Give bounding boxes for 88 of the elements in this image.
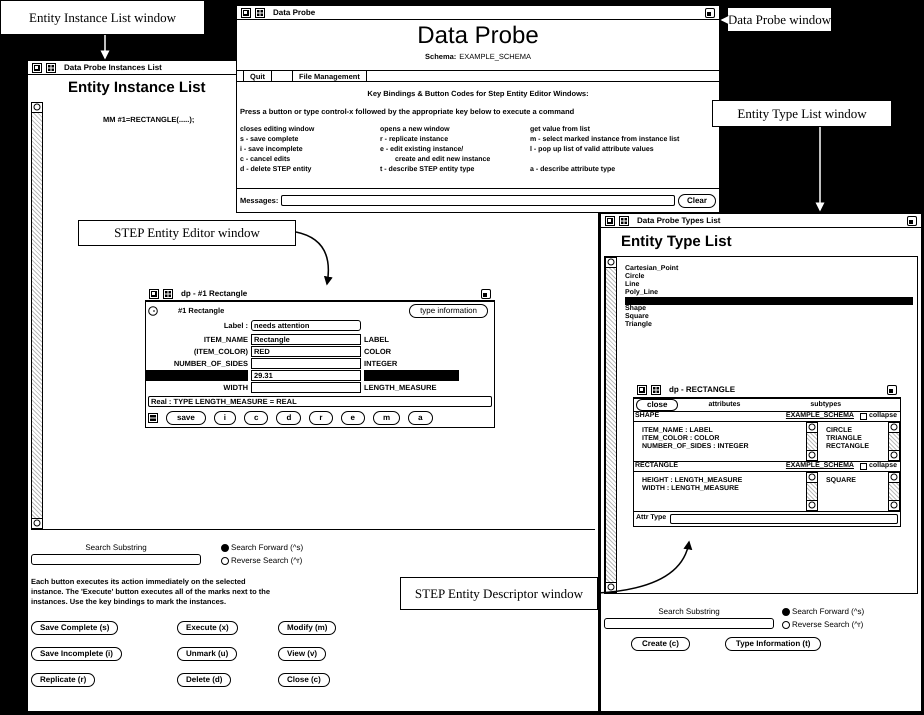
scrollbar[interactable] <box>605 256 617 592</box>
button[interactable]: Replicate (r) <box>31 672 96 686</box>
window-title: dp - RECTANGLE <box>669 384 736 396</box>
callout-label: Entity Type List window <box>712 100 892 127</box>
window-menu-icon[interactable] <box>241 8 251 18</box>
button[interactable]: save <box>166 411 206 426</box>
button[interactable]: Unmark (u) <box>177 646 238 660</box>
scrollbar[interactable] <box>806 422 818 460</box>
scrollbar[interactable] <box>806 472 818 510</box>
scroll-down-icon[interactable] <box>808 451 816 459</box>
maximize-icon[interactable] <box>619 216 629 226</box>
radio-button[interactable] <box>221 556 229 564</box>
scroll-up-icon[interactable] <box>33 103 41 111</box>
window-menu-icon[interactable] <box>637 385 647 395</box>
callout-label: STEP Entity Descriptor window <box>400 577 598 610</box>
radio-button[interactable] <box>221 544 229 552</box>
window-title: Data Probe Types List <box>637 214 720 226</box>
button[interactable]: d <box>276 411 302 426</box>
maximize-icon[interactable] <box>163 288 173 298</box>
button[interactable]: r <box>309 411 332 426</box>
button[interactable]: Delete (d) <box>177 672 232 686</box>
resize-icon[interactable] <box>705 8 715 18</box>
window-menu-icon[interactable] <box>605 216 615 226</box>
scrollbar[interactable] <box>888 472 900 510</box>
radio-label: Reverse Search (^r) <box>231 554 302 566</box>
scrollbar[interactable] <box>888 422 900 460</box>
attr-type-field[interactable] <box>670 514 898 524</box>
radio-label: Reverse Search (^r) <box>792 618 864 630</box>
window-menu-icon[interactable] <box>149 288 159 298</box>
button[interactable]: i <box>214 411 236 426</box>
scroll-up-icon[interactable] <box>890 473 898 481</box>
resize-icon[interactable] <box>907 216 917 226</box>
button[interactable]: Clear <box>678 194 716 208</box>
button[interactable]: m <box>372 411 400 426</box>
scroll-up-icon[interactable] <box>808 423 816 431</box>
window-menu-icon[interactable] <box>32 62 42 72</box>
button[interactable]: Execute (x) <box>177 620 238 634</box>
clock-icon[interactable] <box>148 306 158 316</box>
field-label: Search Substring <box>85 542 147 554</box>
callout-label: Data Probe window <box>727 7 832 32</box>
messages-field[interactable] <box>281 195 675 206</box>
scroll-down-icon[interactable] <box>33 519 41 527</box>
button[interactable]: Type Information (t) <box>724 636 822 650</box>
button[interactable]: Save Complete (s) <box>31 620 118 634</box>
button[interactable]: Modify (m) <box>278 620 336 634</box>
scroll-down-icon[interactable] <box>890 451 898 459</box>
button[interactable]: e <box>340 411 365 426</box>
window-title: Data Probe <box>273 6 316 18</box>
checkbox[interactable] <box>860 462 867 470</box>
app-title: Data Probe <box>417 24 539 48</box>
grid-icon[interactable] <box>148 413 158 424</box>
maximize-icon[interactable] <box>46 62 56 72</box>
scroll-down-icon[interactable] <box>607 583 615 591</box>
radio-button[interactable] <box>782 620 790 628</box>
window-title: Data Probe Instances List <box>64 62 162 74</box>
button[interactable]: View (v) <box>278 646 326 660</box>
window-title: dp - #1 Rectangle <box>181 288 248 300</box>
maximize-icon[interactable] <box>651 385 661 395</box>
button[interactable]: a <box>408 411 433 426</box>
panel-heading: Entity Instance List <box>67 78 206 98</box>
scroll-up-icon[interactable] <box>808 473 816 481</box>
scrollbar[interactable] <box>31 102 43 528</box>
radio-label: Search Forward (^s) <box>792 606 864 618</box>
attribute-field[interactable] <box>251 382 361 394</box>
checkbox[interactable] <box>860 412 867 420</box>
search-field[interactable] <box>604 618 774 628</box>
panel-heading: Entity Type List <box>620 232 732 252</box>
search-field[interactable] <box>31 554 201 564</box>
attribute-field[interactable] <box>251 358 361 370</box>
scroll-down-icon[interactable] <box>890 501 898 509</box>
radio-button[interactable] <box>782 608 790 616</box>
button[interactable]: c <box>244 411 268 426</box>
scroll-up-icon[interactable] <box>607 258 615 266</box>
button[interactable]: Create (c) <box>631 636 690 650</box>
maximize-icon[interactable] <box>255 8 265 18</box>
callout-label: Entity Instance List window <box>0 0 205 35</box>
scroll-up-icon[interactable] <box>890 423 898 431</box>
callout-label: STEP Entity Editor window <box>78 220 296 246</box>
button[interactable]: Close (c) <box>278 672 330 686</box>
selected-list-item[interactable] <box>625 296 913 304</box>
button[interactable]: Save Incomplete (i) <box>31 646 122 660</box>
scroll-down-icon[interactable] <box>808 501 816 509</box>
button[interactable]: close <box>636 398 678 410</box>
resize-icon[interactable] <box>481 288 491 298</box>
field-label: Search Substring <box>658 606 720 618</box>
resize-icon[interactable] <box>887 385 897 395</box>
radio-label: Search Forward (^s) <box>231 542 304 554</box>
button[interactable]: type information <box>409 304 488 318</box>
